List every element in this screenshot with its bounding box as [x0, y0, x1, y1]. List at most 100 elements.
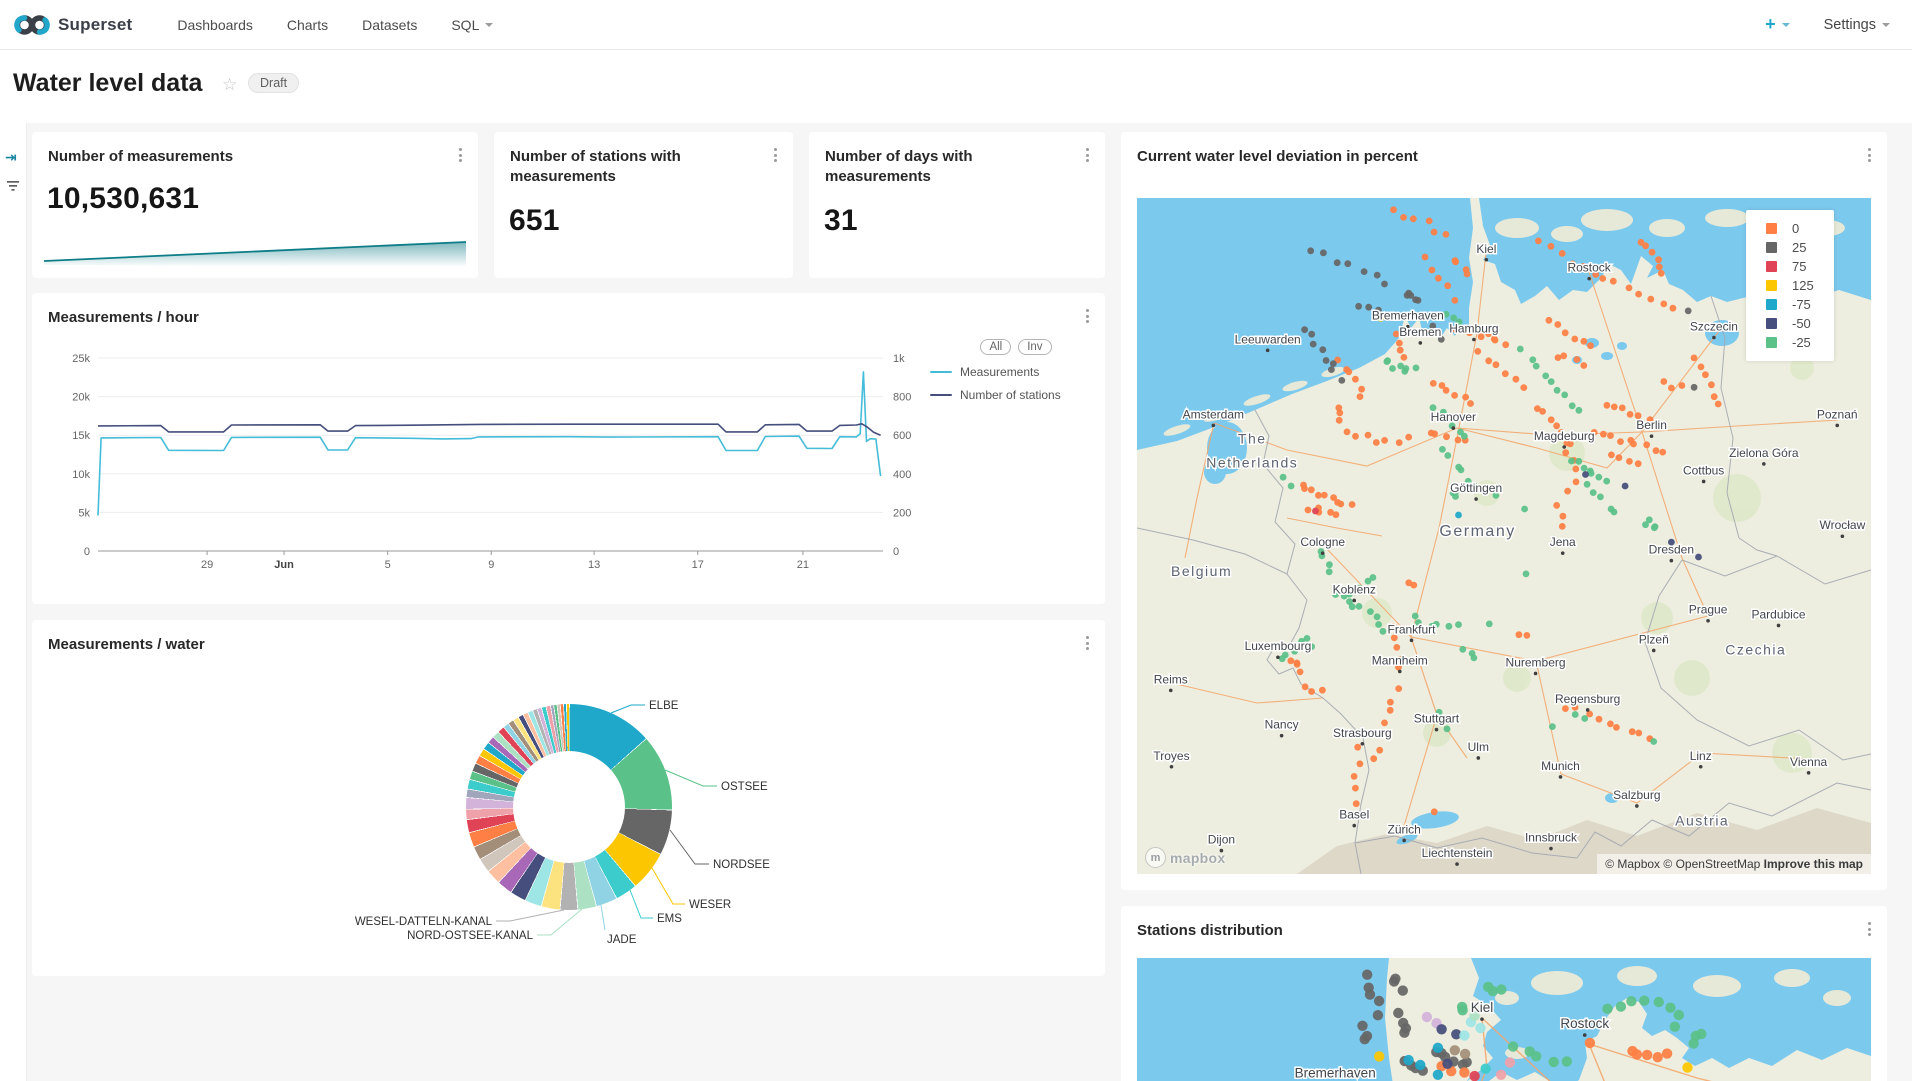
donut-hole	[513, 751, 625, 863]
map-label-magdeburg: Magdeburg	[1534, 429, 1595, 443]
donut-label-nord-ostsee-kanal: NORD-OSTSEE-KANAL	[407, 930, 533, 942]
chart-menu-kebab-icon[interactable]	[1862, 919, 1876, 939]
chart-title: Number of measurements	[48, 147, 233, 167]
kpi-card-stations: Number of stations with measurements 651	[494, 132, 793, 278]
chart-menu-kebab-icon[interactable]	[1862, 145, 1876, 165]
favorite-star-icon[interactable]: ☆	[222, 75, 237, 95]
map-label-regensburg: Regensburg	[1555, 692, 1620, 706]
mapbox-credit[interactable]: © Mapbox	[1605, 857, 1660, 871]
svg-text:5: 5	[385, 559, 391, 571]
chevron-down-icon	[1882, 23, 1890, 31]
nav-item-dashboards[interactable]: Dashboards	[160, 17, 270, 33]
chevron-down-icon	[1782, 23, 1790, 31]
legend-swatch	[1766, 223, 1777, 234]
map-label-stuttgart: Stuttgart	[1414, 712, 1460, 726]
filter-icon[interactable]	[6, 179, 20, 197]
legend-invert-button[interactable]: Inv	[1018, 339, 1051, 355]
stations-map[interactable]: KielRostockBremerhaven	[1137, 958, 1871, 1081]
deviation-map[interactable]: LeeuwardenAmsterdamTheNetherlandsBremerh…	[1137, 198, 1871, 874]
chart-title: Stations distribution	[1137, 921, 1283, 941]
map-label-germany: Germany	[1439, 523, 1515, 540]
deviation-map-card: Current water level deviation in percent	[1121, 132, 1887, 890]
legend-label: 25	[1792, 240, 1806, 255]
map-label-poznań: Poznań	[1817, 407, 1858, 421]
svg-text:15k: 15k	[72, 430, 90, 442]
legend-select-all-button[interactable]: All	[980, 339, 1011, 355]
map-label-nuremberg: Nuremberg	[1506, 655, 1566, 669]
map-label-wrocław: Wrocław	[1819, 518, 1865, 532]
improve-map-link[interactable]: Improve this map	[1764, 857, 1863, 871]
donut-label-nordsee: NORDSEE	[713, 859, 770, 871]
chevron-down-icon	[485, 23, 493, 31]
legend-item-measurements[interactable]: Measurements	[930, 365, 1102, 379]
svg-text:200: 200	[893, 507, 911, 519]
chart-menu-kebab-icon[interactable]	[1080, 633, 1094, 653]
expand-filters-icon[interactable]: ⇥	[5, 149, 17, 166]
chart-menu-kebab-icon[interactable]	[453, 145, 467, 165]
legend-swatch	[1766, 318, 1777, 329]
map-label-the: The	[1238, 430, 1267, 446]
map-label-bremerhaven: Bremerhaven	[1295, 1065, 1376, 1080]
new-item-button[interactable]: +	[1765, 14, 1790, 35]
map-label-kiel: Kiel	[1476, 242, 1496, 256]
map-label-prague: Prague	[1689, 603, 1728, 617]
map-label-cologne: Cologne	[1300, 535, 1345, 549]
map-label-amsterdam: Amsterdam	[1183, 407, 1244, 421]
map-label-szczecin: Szczecin	[1690, 319, 1738, 333]
chart-menu-kebab-icon[interactable]	[768, 145, 782, 165]
mapbox-logo[interactable]: mmapbox	[1145, 847, 1225, 868]
legend-label: -25	[1792, 335, 1811, 350]
donut-label-ems: EMS	[657, 913, 682, 925]
map-label-belgium: Belgium	[1171, 563, 1232, 579]
map-label-göttingen: Göttingen	[1450, 481, 1502, 495]
legend-item-125[interactable]: 125	[1746, 276, 1834, 295]
legend-item-75[interactable]: 75	[1746, 257, 1834, 276]
map-label-rostock: Rostock	[1560, 1016, 1609, 1031]
donut-label-weser: WESER	[689, 899, 731, 911]
map-label-mannheim: Mannheim	[1372, 653, 1428, 667]
nav-right: + Settings	[1765, 14, 1890, 35]
svg-text:800: 800	[893, 392, 911, 404]
svg-text:20k: 20k	[72, 392, 90, 404]
chart-menu-kebab-icon[interactable]	[1080, 306, 1094, 326]
kpi-card-measurements: Number of measurements 10,530,631	[32, 132, 478, 278]
map-label-hanover: Hanover	[1431, 410, 1476, 424]
legend-item--75[interactable]: -75	[1746, 295, 1834, 314]
chart-menu-kebab-icon[interactable]	[1080, 145, 1094, 165]
kpi-value: 10,530,631	[47, 182, 199, 216]
legend-item--50[interactable]: -50	[1746, 314, 1834, 333]
map-label-dijon: Dijon	[1208, 833, 1235, 847]
map-label-austria: Austria	[1675, 812, 1729, 828]
map-label-hamburg: Hamburg	[1449, 322, 1498, 336]
nav-item-datasets[interactable]: Datasets	[345, 17, 434, 33]
svg-text:600: 600	[893, 430, 911, 442]
svg-text:21: 21	[797, 559, 809, 571]
nav-menu: DashboardsChartsDatasetsSQL	[160, 17, 510, 33]
map-label-liechtenstein: Liechtenstein	[1422, 846, 1493, 860]
donut-label-jade: JADE	[607, 934, 637, 946]
nav-item-sql[interactable]: SQL	[434, 17, 510, 33]
donut-label-ostsee: OSTSEE	[721, 781, 768, 793]
svg-text:10k: 10k	[72, 469, 90, 481]
kpi-value: 31	[824, 204, 858, 238]
legend-item-0[interactable]: 0	[1746, 219, 1834, 238]
settings-menu[interactable]: Settings	[1824, 17, 1890, 33]
legend-swatch	[1766, 261, 1777, 272]
svg-text:25k: 25k	[72, 353, 90, 365]
legend-label: 0	[1792, 221, 1799, 236]
legend-item-25[interactable]: 25	[1746, 238, 1834, 257]
map-legend: 0 25 75125-75-50 -25	[1746, 210, 1834, 361]
top-navbar: Superset DashboardsChartsDatasetsSQL + S…	[0, 0, 1912, 50]
map-label-jena: Jena	[1550, 535, 1576, 549]
map-label-rostock: Rostock	[1567, 261, 1611, 275]
legend-item-number-of-stations[interactable]: Number of stations	[930, 388, 1102, 402]
osm-credit[interactable]: © OpenStreetMap	[1663, 857, 1760, 871]
nav-item-charts[interactable]: Charts	[270, 17, 345, 33]
legend-item--25[interactable]: -25	[1746, 333, 1834, 352]
map-label-cottbus: Cottbus	[1683, 463, 1724, 477]
hour-chart-card: Measurements / hour 05k10k15k20k25k02004…	[32, 293, 1105, 604]
superset-logo[interactable]: Superset	[14, 12, 132, 38]
map-label-berlin: Berlin	[1636, 418, 1667, 432]
stations-map-card: Stations distribution	[1121, 906, 1887, 1081]
map-label-vienna: Vienna	[1790, 755, 1827, 769]
